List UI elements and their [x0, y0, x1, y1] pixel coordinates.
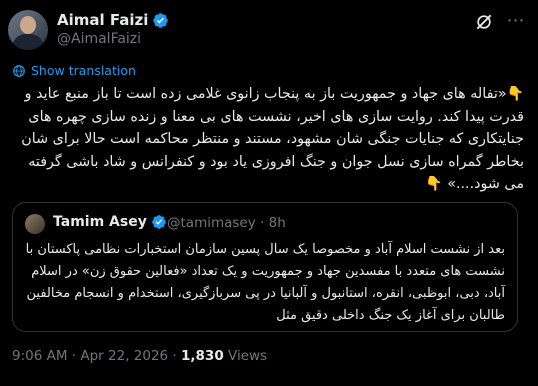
grok-icon[interactable] — [474, 12, 494, 32]
quoted-verified-badge-icon — [152, 215, 166, 229]
quoted-text: بعد از نشست اسلام آباد و مخصوصا یک سال پ… — [25, 242, 505, 323]
quoted-tweet[interactable]: Tamim Asey @tamimasey · 8h بعد از نشست ا… — [12, 202, 518, 332]
quoted-author-name: Tamim Asey — [53, 214, 147, 230]
avatar-head — [20, 16, 36, 34]
pointing-down-emoji-start: 👇 — [506, 86, 524, 102]
verified-badge-icon — [153, 12, 169, 28]
pointing-down-emoji-end: 👇 — [425, 176, 443, 192]
show-translation-link[interactable]: Show translation — [12, 63, 136, 78]
author-handle[interactable]: @AimalFaizi — [57, 31, 141, 47]
author-name[interactable]: Aimal Faizi — [57, 11, 148, 29]
views-label: Views — [228, 348, 268, 364]
quoted-name-row: Tamim Asey — [53, 214, 167, 230]
author-name-row[interactable]: Aimal Faizi — [57, 11, 169, 29]
more-options-icon[interactable]: ⋯ — [505, 12, 527, 32]
avatar-body — [12, 34, 44, 50]
show-translation-label[interactable]: Show translation — [31, 63, 136, 78]
tweet-timestamp[interactable]: 9:06 AM · Apr 22, 2026 · — [12, 348, 181, 364]
tweet-footer: 9:06 AM · Apr 22, 2026 · 1,830 Views — [12, 348, 267, 364]
tweet-body: «تفاله های جهاد و جمهوریت باز به پنجاب ز… — [21, 86, 524, 192]
globe-icon — [13, 64, 25, 77]
tweet-text: 👇«تفاله های جهاد و جمهوریت باز به پنجاب … — [12, 83, 524, 196]
quoted-meta: @tamimasey · 8h — [167, 215, 286, 231]
avatar[interactable] — [8, 10, 48, 50]
quoted-avatar — [25, 214, 45, 234]
quoted-time: · 8h — [260, 215, 286, 231]
views-count: 1,830 — [181, 348, 224, 364]
quoted-handle: @tamimasey — [167, 215, 256, 231]
